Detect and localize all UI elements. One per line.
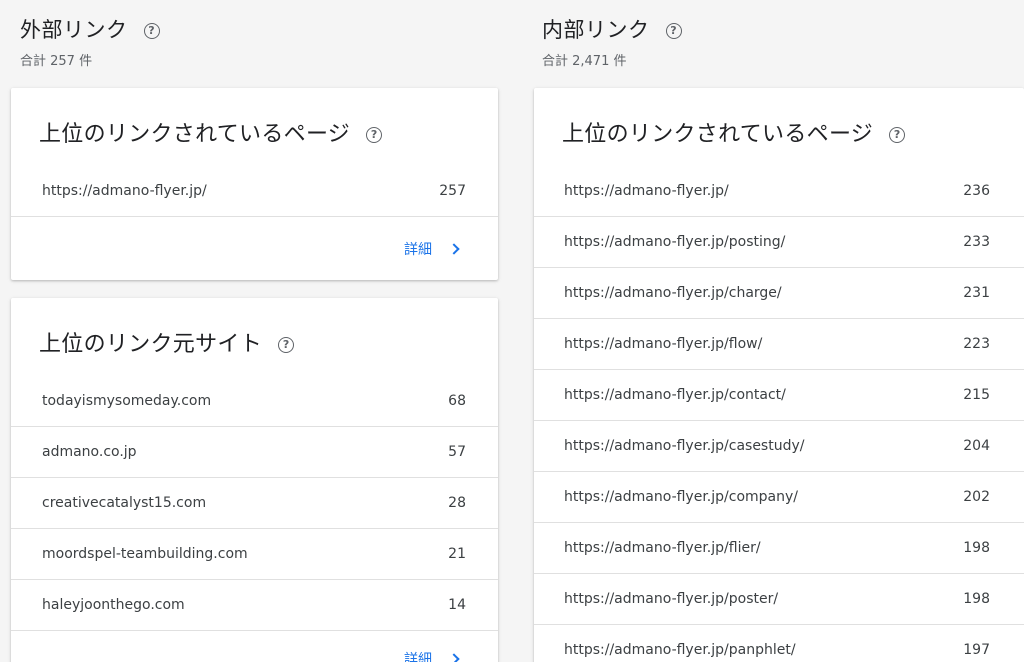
row-count: 204 bbox=[963, 438, 990, 454]
row-count: 57 bbox=[448, 444, 466, 460]
table-row[interactable]: https://admano-flyer.jp/poster/ 198 bbox=[534, 574, 1024, 625]
card-title: 上位のリンクされているページ? bbox=[39, 116, 383, 148]
internal-links-heading: 内部リンク? bbox=[542, 14, 682, 44]
table-row[interactable]: https://admano-flyer.jp/flow/ 223 bbox=[534, 319, 1024, 370]
table-row[interactable]: https://admano-flyer.jp/charge/ 231 bbox=[534, 268, 1024, 319]
table-row[interactable]: https://admano-flyer.jp/ 236 bbox=[534, 166, 1024, 217]
help-icon[interactable]: ? bbox=[889, 127, 906, 143]
internal-top-pages-card: 上位のリンクされているページ? https://admano-flyer.jp/… bbox=[534, 88, 1024, 662]
row-url: creativecatalyst15.com bbox=[42, 495, 207, 511]
detail-label: 詳細 bbox=[404, 652, 432, 662]
table-row[interactable]: creativecatalyst15.com 28 bbox=[11, 478, 498, 529]
row-count: 236 bbox=[963, 183, 990, 199]
row-count: 223 bbox=[963, 336, 990, 352]
chevron-right-icon bbox=[448, 653, 460, 662]
table-row[interactable]: admano.co.jp 57 bbox=[11, 427, 498, 478]
external-top-pages-card: 上位のリンクされているページ? https://admano-flyer.jp/… bbox=[11, 88, 498, 280]
external-top-pages-list: https://admano-flyer.jp/ 257 bbox=[11, 166, 498, 217]
row-count: 28 bbox=[448, 495, 466, 511]
help-icon[interactable]: ? bbox=[366, 127, 383, 143]
row-url: https://admano-flyer.jp/charge/ bbox=[564, 285, 782, 301]
help-icon[interactable]: ? bbox=[143, 23, 160, 39]
card-title-text: 上位のリンクされているページ bbox=[562, 122, 874, 147]
external-top-sites-list: todayismysomeday.com 68 admano.co.jp 57 … bbox=[11, 376, 498, 631]
row-count: 198 bbox=[963, 540, 990, 556]
internal-links-title: 内部リンク bbox=[542, 18, 650, 42]
row-url: haleyjoonthego.com bbox=[42, 597, 185, 613]
row-url: moordspel-teambuilding.com bbox=[42, 546, 248, 562]
row-url: https://admano-flyer.jp/casestudy/ bbox=[564, 438, 805, 454]
external-links-total: 合計 257 件 bbox=[20, 54, 93, 69]
row-url: admano.co.jp bbox=[42, 444, 137, 460]
help-icon[interactable]: ? bbox=[665, 23, 682, 39]
row-url: https://admano-flyer.jp/poster/ bbox=[564, 591, 779, 607]
row-url: https://admano-flyer.jp/flow/ bbox=[564, 336, 763, 352]
row-url: https://admano-flyer.jp/ bbox=[564, 183, 729, 199]
row-url: https://admano-flyer.jp/company/ bbox=[564, 489, 798, 505]
row-count: 215 bbox=[963, 387, 990, 403]
row-count: 197 bbox=[963, 642, 990, 658]
row-url: https://admano-flyer.jp/flier/ bbox=[564, 540, 761, 556]
row-count: 14 bbox=[448, 597, 466, 613]
internal-links-total: 合計 2,471 件 bbox=[542, 54, 627, 69]
row-url: todayismysomeday.com bbox=[42, 393, 212, 409]
row-count: 68 bbox=[448, 393, 466, 409]
row-count: 202 bbox=[963, 489, 990, 505]
table-row[interactable]: https://admano-flyer.jp/flier/ 198 bbox=[534, 523, 1024, 574]
row-count: 233 bbox=[963, 234, 990, 250]
row-count: 231 bbox=[963, 285, 990, 301]
table-row[interactable]: https://admano-flyer.jp/panphlet/ 197 bbox=[534, 625, 1024, 662]
row-count: 198 bbox=[963, 591, 990, 607]
card-title-text: 上位のリンクされているページ bbox=[39, 122, 351, 147]
table-row[interactable]: todayismysomeday.com 68 bbox=[11, 376, 498, 427]
row-url: https://admano-flyer.jp/posting/ bbox=[564, 234, 786, 250]
row-url: https://admano-flyer.jp/ bbox=[42, 183, 207, 199]
table-row[interactable]: haleyjoonthego.com 14 bbox=[11, 580, 498, 631]
chevron-right-icon bbox=[448, 243, 460, 255]
row-count: 257 bbox=[439, 183, 466, 199]
detail-label: 詳細 bbox=[404, 242, 432, 258]
external-top-pages-detail-link[interactable]: 詳細 bbox=[404, 239, 460, 259]
row-count: 21 bbox=[448, 546, 466, 562]
table-row[interactable]: https://admano-flyer.jp/ 257 bbox=[11, 166, 498, 217]
row-url: https://admano-flyer.jp/panphlet/ bbox=[564, 642, 796, 658]
table-row[interactable]: https://admano-flyer.jp/contact/ 215 bbox=[534, 370, 1024, 421]
external-top-sites-detail-link[interactable]: 詳細 bbox=[404, 649, 460, 662]
help-icon[interactable]: ? bbox=[278, 337, 295, 353]
card-title-text: 上位のリンク元サイト bbox=[39, 332, 263, 357]
external-links-heading: 外部リンク? bbox=[20, 14, 160, 44]
external-links-title: 外部リンク bbox=[20, 18, 128, 42]
internal-top-pages-list: https://admano-flyer.jp/ 236 https://adm… bbox=[534, 166, 1024, 662]
table-row[interactable]: https://admano-flyer.jp/posting/ 233 bbox=[534, 217, 1024, 268]
row-url: https://admano-flyer.jp/contact/ bbox=[564, 387, 786, 403]
table-row[interactable]: moordspel-teambuilding.com 21 bbox=[11, 529, 498, 580]
table-row[interactable]: https://admano-flyer.jp/casestudy/ 204 bbox=[534, 421, 1024, 472]
card-title: 上位のリンクされているページ? bbox=[562, 116, 906, 148]
table-row[interactable]: https://admano-flyer.jp/company/ 202 bbox=[534, 472, 1024, 523]
external-top-sites-card: 上位のリンク元サイト? todayismysomeday.com 68 adma… bbox=[11, 298, 498, 662]
card-title: 上位のリンク元サイト? bbox=[39, 326, 295, 358]
